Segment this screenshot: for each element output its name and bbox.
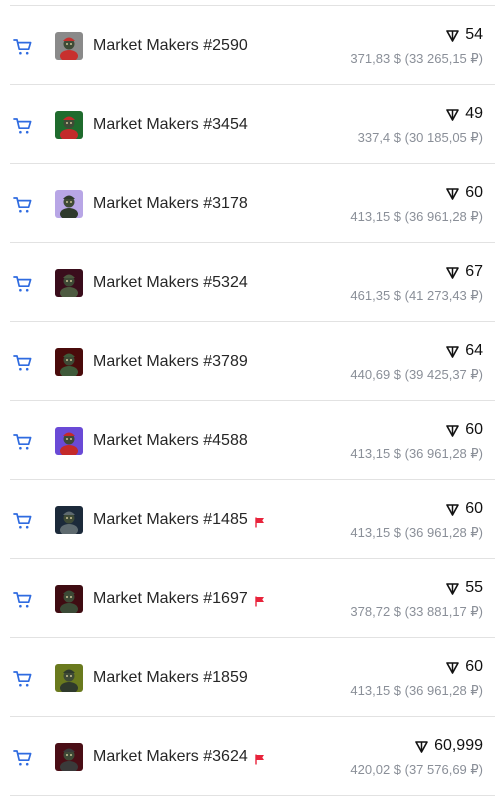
list-item[interactable]: Market Makers #3178 60 413,15 $ (36 961,…: [0, 164, 495, 243]
item-price: 60: [446, 658, 483, 676]
price-value: 60: [465, 184, 483, 201]
list-item[interactable]: Market Makers #1859 60 413,15 $ (36 961,…: [0, 638, 495, 717]
shopping-cart-icon[interactable]: [13, 38, 33, 56]
fiat-price: 413,15 $ (36 961,28 ₽): [350, 446, 483, 461]
list-item[interactable]: Market Makers #3454 49 337,4 $ (30 185,0…: [0, 85, 495, 164]
red-flag-icon: [255, 752, 265, 764]
fiat-price: 413,15 $ (36 961,28 ₽): [350, 683, 483, 698]
nft-thumbnail[interactable]: [55, 190, 83, 218]
price-value: 60: [465, 500, 483, 517]
item-name[interactable]: Market Makers #3624: [93, 748, 248, 766]
nft-listing: Market Makers #2590 54 371,83 $ (33 265,…: [0, 0, 495, 796]
list-item[interactable]: Market Makers #5324 67 461,35 $ (41 273,…: [0, 243, 495, 322]
item-name[interactable]: Market Makers #4588: [93, 432, 248, 450]
ton-currency-icon: [446, 29, 460, 42]
list-item[interactable]: Market Makers #2590 54 371,83 $ (33 265,…: [0, 6, 495, 85]
ton-currency-icon: [446, 661, 460, 674]
price-value: 49: [465, 105, 483, 122]
price-value: 55: [465, 579, 483, 596]
price-value: 60: [465, 658, 483, 675]
item-price: 60,999: [415, 737, 483, 755]
nft-thumbnail[interactable]: [55, 585, 83, 613]
price-value: 67: [465, 263, 483, 280]
item-price: 64: [446, 342, 483, 360]
ton-currency-icon: [446, 345, 460, 358]
item-name[interactable]: Market Makers #1485: [93, 511, 248, 529]
shopping-cart-icon[interactable]: [13, 433, 33, 451]
fiat-price: 413,15 $ (36 961,28 ₽): [350, 525, 483, 540]
shopping-cart-icon[interactable]: [13, 196, 33, 214]
item-price: 60: [446, 184, 483, 202]
item-price: 60: [446, 421, 483, 439]
shopping-cart-icon[interactable]: [13, 117, 33, 135]
nft-thumbnail[interactable]: [55, 664, 83, 692]
nft-thumbnail[interactable]: [55, 427, 83, 455]
item-name[interactable]: Market Makers #1697: [93, 590, 248, 608]
item-name-wrap: Market Makers #3454: [93, 115, 248, 135]
item-price: 55: [446, 579, 483, 597]
item-name-wrap: Market Makers #3624: [93, 747, 265, 767]
item-name-wrap: Market Makers #3789: [93, 352, 248, 372]
shopping-cart-icon[interactable]: [13, 512, 33, 530]
fiat-price: 420,02 $ (37 576,69 ₽): [350, 762, 483, 777]
nft-thumbnail[interactable]: [55, 111, 83, 139]
price-value: 64: [465, 342, 483, 359]
price-value: 54: [465, 26, 483, 43]
item-name[interactable]: Market Makers #3789: [93, 353, 248, 371]
item-name-wrap: Market Makers #1859: [93, 668, 248, 688]
ton-currency-icon: [446, 266, 460, 279]
item-name-wrap: Market Makers #1485: [93, 510, 265, 530]
ton-currency-icon: [446, 187, 460, 200]
item-price: 54: [446, 26, 483, 44]
nft-thumbnail[interactable]: [55, 269, 83, 297]
price-value: 60,999: [434, 737, 483, 754]
ton-currency-icon: [446, 582, 460, 595]
fiat-price: 371,83 $ (33 265,15 ₽): [350, 51, 483, 66]
item-price: 60: [446, 500, 483, 518]
fiat-price: 413,15 $ (36 961,28 ₽): [350, 209, 483, 224]
fiat-price: 440,69 $ (39 425,37 ₽): [350, 367, 483, 382]
item-name-wrap: Market Makers #4588: [93, 431, 248, 451]
fiat-price: 337,4 $ (30 185,05 ₽): [357, 130, 483, 145]
shopping-cart-icon[interactable]: [13, 275, 33, 293]
item-name[interactable]: Market Makers #1859: [93, 669, 248, 687]
nft-thumbnail[interactable]: [55, 743, 83, 771]
ton-currency-icon: [446, 424, 460, 437]
red-flag-icon: [255, 515, 265, 527]
item-name[interactable]: Market Makers #3178: [93, 195, 248, 213]
item-name[interactable]: Market Makers #2590: [93, 37, 248, 55]
list-item[interactable]: Market Makers #1697 55 378,72 $ (33 881,…: [0, 559, 495, 638]
shopping-cart-icon[interactable]: [13, 749, 33, 767]
list-item[interactable]: Market Makers #3624 60,999 420,02 $ (37 …: [0, 717, 495, 796]
nft-thumbnail[interactable]: [55, 348, 83, 376]
item-name[interactable]: Market Makers #5324: [93, 274, 248, 292]
ton-currency-icon: [446, 503, 460, 516]
list-item[interactable]: Market Makers #4588 60 413,15 $ (36 961,…: [0, 401, 495, 480]
ton-currency-icon: [446, 108, 460, 121]
item-name-wrap: Market Makers #3178: [93, 194, 248, 214]
item-price: 49: [446, 105, 483, 123]
nft-thumbnail[interactable]: [55, 32, 83, 60]
item-name-wrap: Market Makers #5324: [93, 273, 248, 293]
shopping-cart-icon[interactable]: [13, 354, 33, 372]
item-name-wrap: Market Makers #2590: [93, 36, 248, 56]
shopping-cart-icon[interactable]: [13, 591, 33, 609]
ton-currency-icon: [415, 740, 428, 753]
list-item[interactable]: Market Makers #1485 60 413,15 $ (36 961,…: [0, 480, 495, 559]
item-name-wrap: Market Makers #1697: [93, 589, 265, 609]
item-price: 67: [446, 263, 483, 281]
price-value: 60: [465, 421, 483, 438]
nft-thumbnail[interactable]: [55, 506, 83, 534]
list-item[interactable]: Market Makers #3789 64 440,69 $ (39 425,…: [0, 322, 495, 401]
fiat-price: 378,72 $ (33 881,17 ₽): [350, 604, 483, 619]
item-name[interactable]: Market Makers #3454: [93, 116, 248, 134]
shopping-cart-icon[interactable]: [13, 670, 33, 688]
fiat-price: 461,35 $ (41 273,43 ₽): [350, 288, 483, 303]
red-flag-icon: [255, 594, 265, 606]
